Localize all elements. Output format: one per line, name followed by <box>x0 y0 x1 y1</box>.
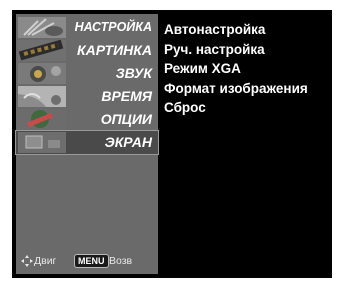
menu-item-nastroika[interactable]: НАСТРОЙКА <box>16 16 158 39</box>
menu-item-label: ОПЦИИ <box>100 111 152 127</box>
move-hint-label: Двиг <box>34 255 57 267</box>
menu-item-kartinka[interactable]: КАРТИНКА <box>16 39 158 62</box>
back-hint-label: Возв <box>109 255 133 267</box>
satellite-dish-icon <box>18 17 66 38</box>
menu-item-optsii[interactable]: ОПЦИИ <box>16 108 158 131</box>
menu-item-zvuk[interactable]: ЗВУК <box>16 62 158 85</box>
menu-item-label: КАРТИНКА <box>77 42 152 58</box>
film-strip-icon <box>18 40 66 61</box>
menu-item-label: ЗВУК <box>115 65 152 81</box>
clock-icon <box>18 86 66 107</box>
menu-item-vremya[interactable]: ВРЕМЯ <box>16 85 158 108</box>
submenu-item-aspect-ratio[interactable]: Формат изображения <box>164 79 308 99</box>
osd-screen: НАСТРОЙКА КАРТИНКА ЗВУК ВРЕМЯ ОПЦИИ ЭКРА… <box>12 10 332 278</box>
submenu-item-reset[interactable]: Сброс <box>164 98 308 118</box>
special-badge-icon <box>18 109 66 130</box>
four-way-arrow-icon <box>20 254 34 268</box>
menu-item-label: НАСТРОЙКА <box>74 20 152 34</box>
submenu-item-manual-tuning[interactable]: Руч. настройка <box>164 40 308 60</box>
screen-icon <box>18 132 66 153</box>
navigation-hint: Двиг MENU Возв <box>16 254 158 268</box>
menu-item-ekran[interactable]: ЭКРАН <box>15 130 159 155</box>
menu-item-label: ЭКРАН <box>104 134 152 150</box>
menu-item-label: ВРЕМЯ <box>101 88 152 104</box>
submenu-item-xga-mode[interactable]: Режим XGA <box>164 59 308 79</box>
submenu-panel: Автонастройка Руч. настройка Режим XGA Ф… <box>160 14 328 274</box>
submenu-item-auto-tuning[interactable]: Автонастройка <box>164 20 308 40</box>
menu-button-badge: MENU <box>74 254 109 268</box>
main-menu-sidebar: НАСТРОЙКА КАРТИНКА ЗВУК ВРЕМЯ ОПЦИИ ЭКРА… <box>15 14 159 274</box>
speaker-icon <box>18 63 66 84</box>
